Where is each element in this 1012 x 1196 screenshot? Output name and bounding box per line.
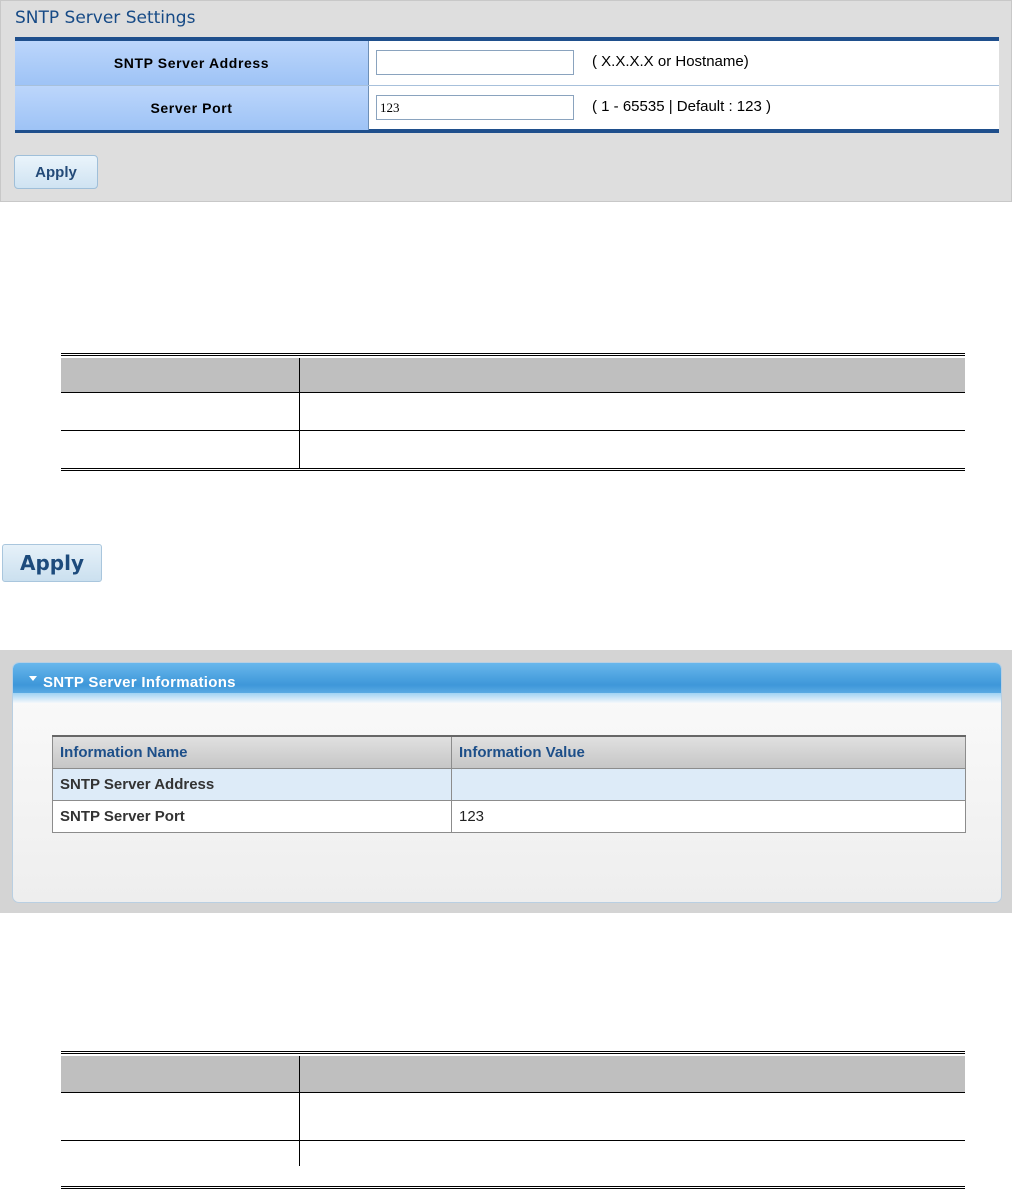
table-header-row [61,358,965,392]
server-address-input[interactable] [376,50,574,75]
table-header-row [61,1056,965,1092]
column-header-name: Information Name [52,735,452,769]
server-port-input[interactable] [376,95,574,120]
information-table: Information Name Information Value SNTP … [52,735,966,833]
table-top-rule [61,353,965,356]
collapse-arrow-icon[interactable] [29,676,37,681]
table-row-divider [61,1140,965,1141]
table-row-divider [61,430,965,431]
sntp-server-informations-area: SNTP Server Informations Information Nam… [0,650,1012,913]
settings-apply-button[interactable]: Apply [14,155,98,189]
table-row: SNTP Server Port 123 [52,800,966,833]
server-address-hint: ( X.X.X.X or Hostname) [592,53,749,70]
info-name-cell: SNTP Server Port [52,800,452,833]
sntp-server-settings-panel: SNTP Server Settings SNTP Server Address… [0,0,1012,202]
table-bottom-rule [61,1186,965,1189]
info-panel-title: SNTP Server Informations [43,674,236,691]
settings-row-port: Server Port ( 1 - 65535 | Default : 123 … [15,85,999,130]
table-column-divider [299,358,300,468]
table-bottom-rule [61,468,965,471]
table-column-divider [299,1056,300,1166]
description-table-informations [61,1051,965,1189]
server-port-label: Server Port [15,86,369,130]
table-row-divider [61,392,965,393]
table-header-row: Information Name Information Value [52,735,966,769]
settings-table: SNTP Server Address ( X.X.X.X or Hostnam… [15,37,999,133]
table-row-divider [61,1092,965,1093]
info-value-cell [451,768,966,801]
server-port-hint: ( 1 - 65535 | Default : 123 ) [592,98,771,115]
settings-title: SNTP Server Settings [15,8,196,28]
sntp-server-informations-panel: SNTP Server Informations Information Nam… [12,662,1002,903]
table-row: SNTP Server Address [52,768,966,801]
column-header-value: Information Value [451,735,966,769]
info-name-cell: SNTP Server Address [52,768,452,801]
apply-button[interactable]: Apply [2,544,102,582]
settings-row-address: SNTP Server Address ( X.X.X.X or Hostnam… [15,41,999,85]
server-address-label: SNTP Server Address [15,41,369,85]
info-value-cell: 123 [451,800,966,833]
table-top-rule [61,1051,965,1054]
description-table-settings [61,353,965,473]
info-panel-header[interactable]: SNTP Server Informations [13,663,1001,703]
